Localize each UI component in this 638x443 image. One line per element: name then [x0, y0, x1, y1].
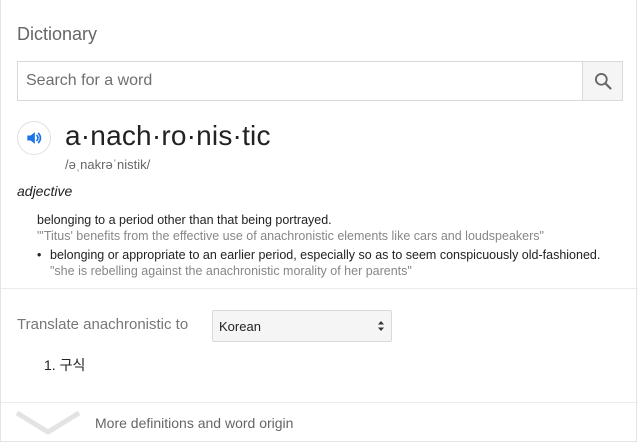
search-button[interactable]: [582, 62, 622, 100]
subsense-example: "she is rebelling against the anachronis…: [50, 264, 412, 278]
subsense-bullet: •: [37, 248, 42, 262]
select-arrows-icon: [378, 321, 384, 331]
card-title: Dictionary: [17, 24, 98, 44]
language-select[interactable]: Korean: [212, 310, 392, 342]
sense-definition: belonging to a period other than that be…: [37, 213, 332, 227]
selected-language: Korean: [219, 319, 261, 334]
speaker-icon: [27, 132, 42, 144]
translation-result: 1. 구식: [44, 357, 86, 373]
footer-divider: [1, 402, 638, 403]
section-divider: [1, 288, 638, 289]
sense-example: "'Titus' benefits from the effective use…: [37, 229, 544, 243]
dictionary-card: Dictionary a·nach·ro·nis·tic /əˌnakrəˈni…: [0, 0, 638, 442]
more-definitions-link[interactable]: More definitions and word origin: [95, 415, 293, 431]
search-icon: [594, 73, 612, 90]
headword: a·nach·ro·nis·tic: [65, 120, 271, 151]
chevron-down-icon[interactable]: [15, 410, 81, 436]
phonetic-spelling: /əˌnakrəˈnistik/: [65, 157, 151, 172]
pronounce-button[interactable]: [17, 121, 51, 155]
search-box: [17, 61, 623, 101]
translate-label: Translate anachronistic to: [17, 316, 189, 333]
part-of-speech: adjective: [17, 183, 73, 199]
subsense-definition: belonging or appropriate to an earlier p…: [50, 248, 601, 262]
search-input[interactable]: [18, 62, 582, 100]
